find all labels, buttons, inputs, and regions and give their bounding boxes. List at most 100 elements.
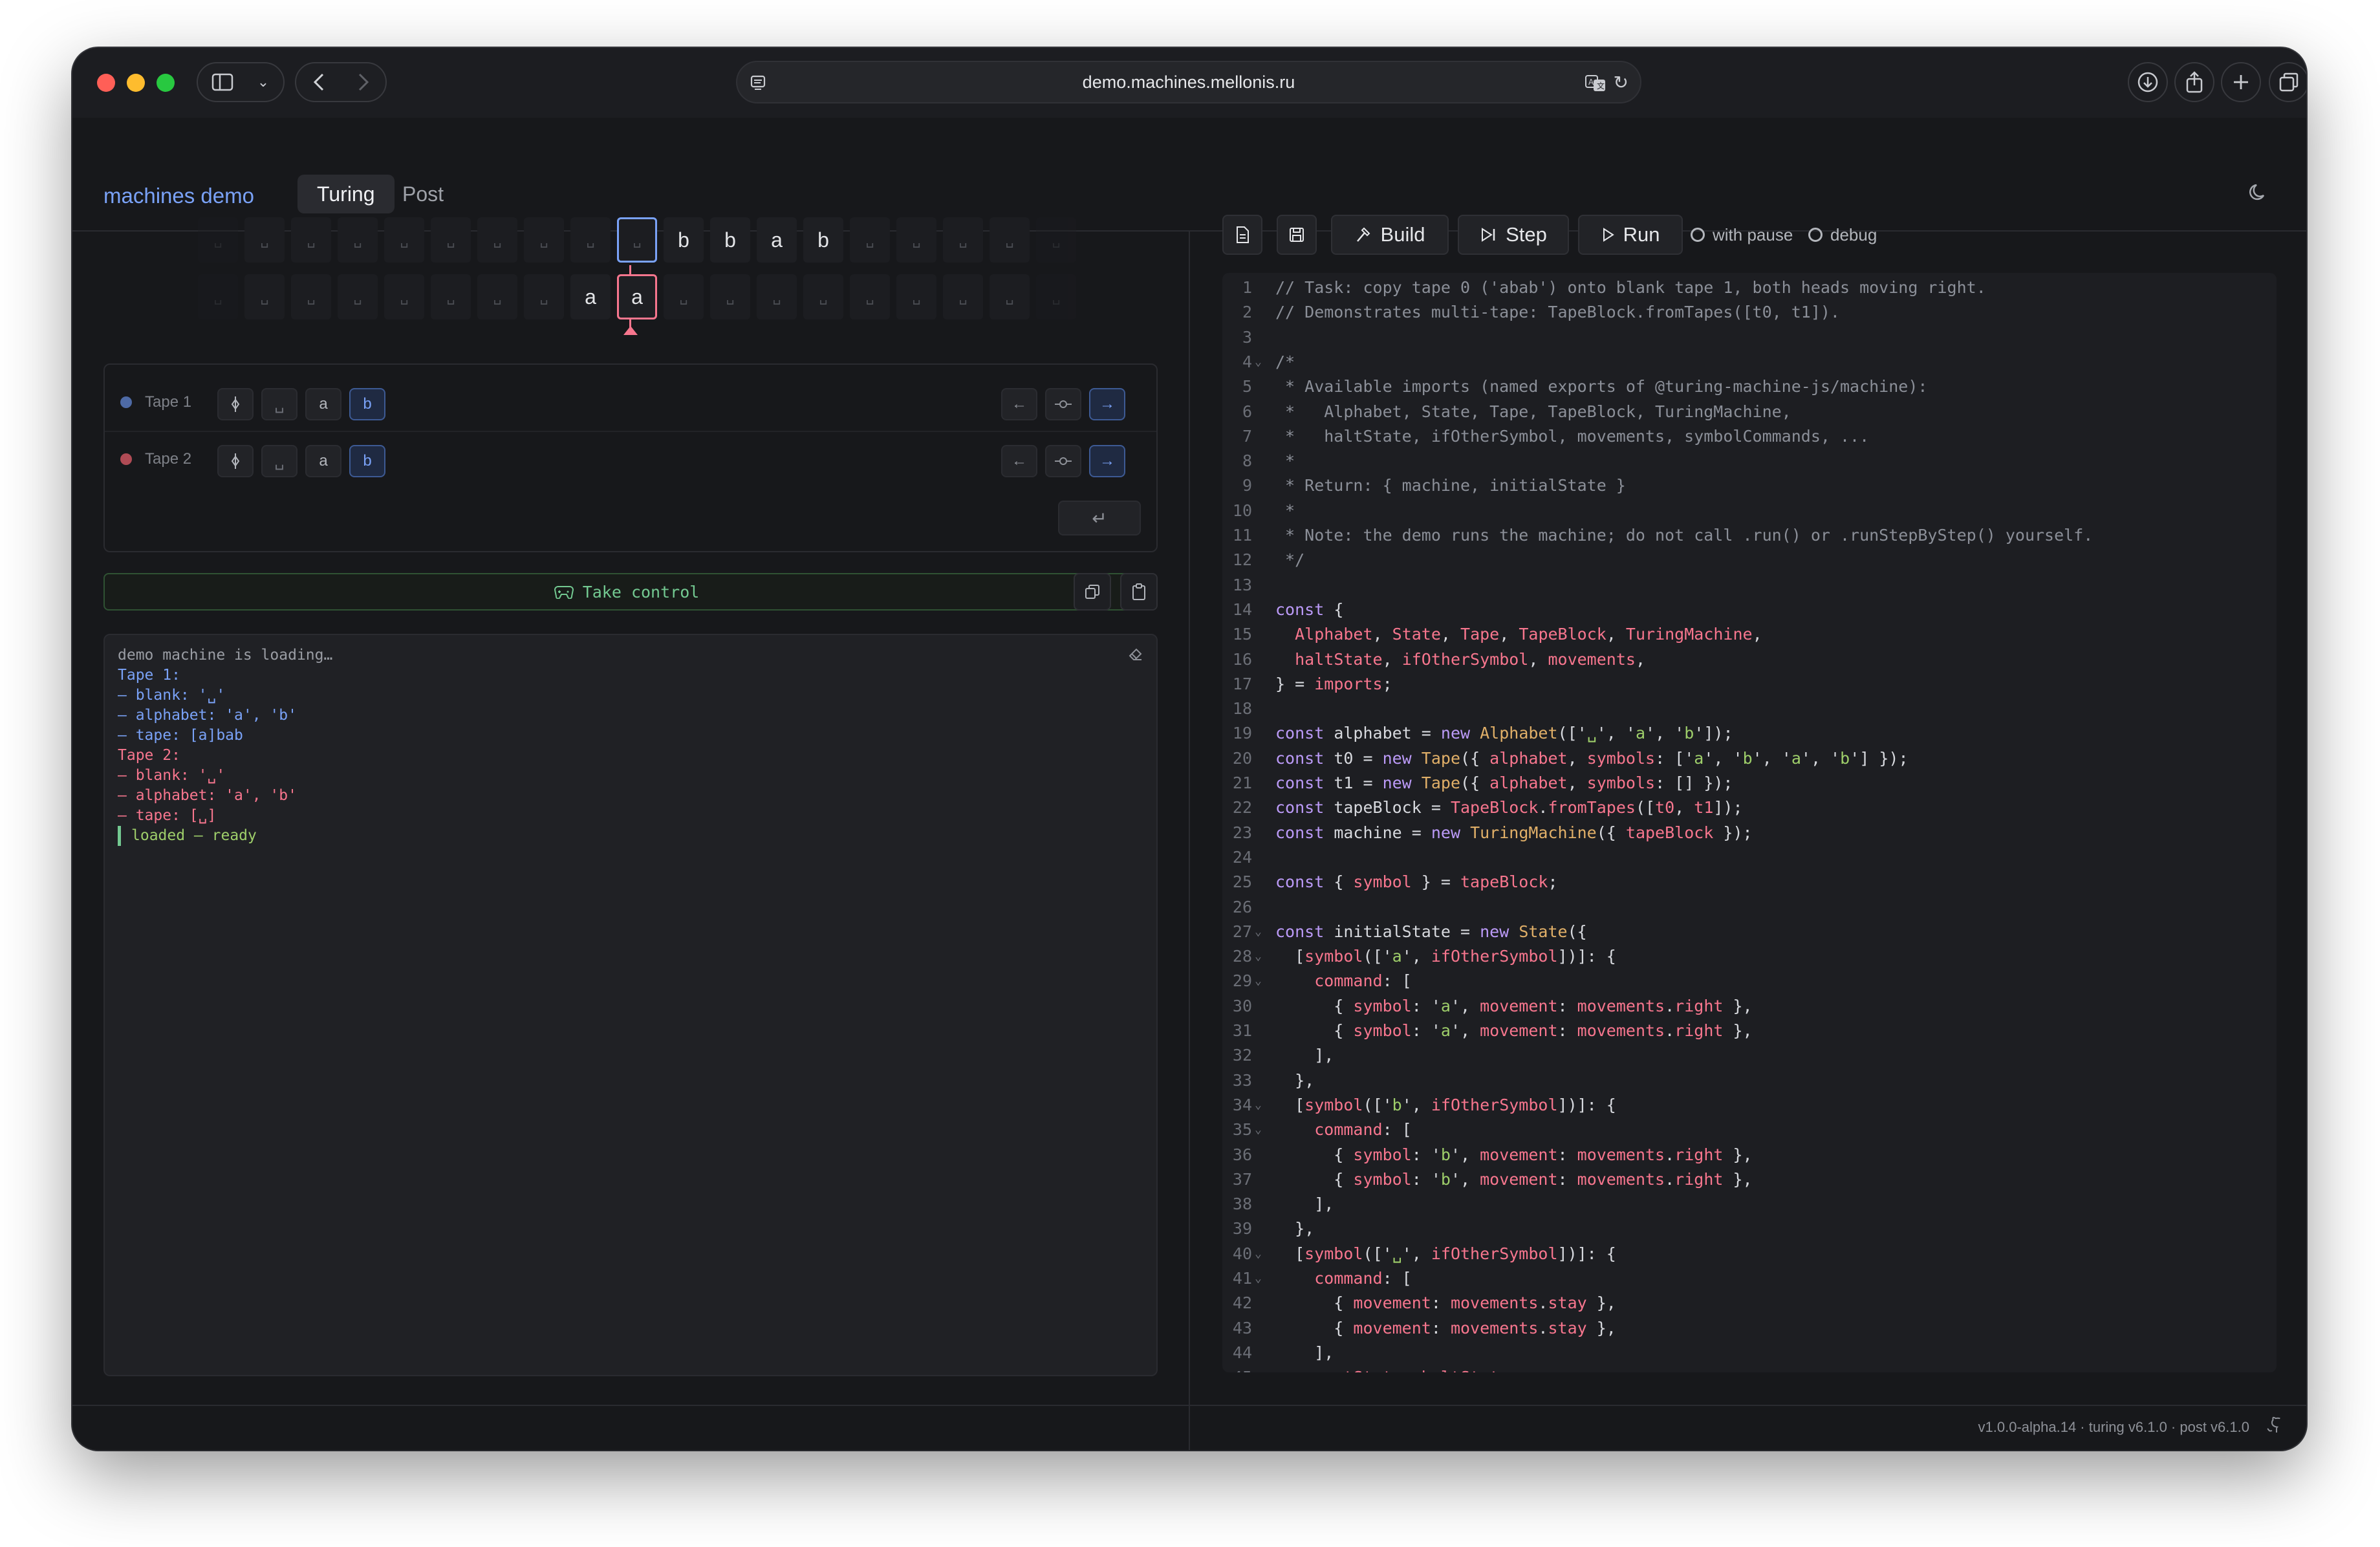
tape-1-symbol-blank[interactable]: ␣ xyxy=(261,388,298,420)
tape-2-cell[interactable]: ␣ xyxy=(431,274,471,319)
tape-2-cell[interactable]: ␣ xyxy=(710,274,750,319)
chevron-down-icon[interactable]: ⌄ xyxy=(247,74,279,91)
run-button[interactable]: Run xyxy=(1578,215,1683,255)
code-line[interactable]: 4 ⌄ /* xyxy=(1222,350,2277,374)
tape-1-head-cell[interactable]: ␣ xyxy=(617,217,657,263)
fold-chevron-icon[interactable]: ⌄ xyxy=(1255,969,1262,993)
code-line[interactable]: 23 const machine = new TuringMachine({ ta… xyxy=(1222,821,2277,845)
fold-chevron-icon[interactable]: ⌄ xyxy=(1255,920,1262,944)
code-line[interactable]: 20 const t0 = new Tape({ alphabet, symbol… xyxy=(1222,746,2277,771)
copy-button[interactable] xyxy=(1074,573,1111,611)
sidebar-icon[interactable] xyxy=(198,73,247,91)
tape-2-cell[interactable]: ␣ xyxy=(1036,274,1076,319)
code-line[interactable]: 17} = imports; xyxy=(1222,672,2277,697)
tape-2-cell[interactable]: ␣ xyxy=(524,274,564,319)
debug-checkbox[interactable] xyxy=(1808,228,1823,242)
code-line[interactable]: 15 Alphabet, State, Tape, TapeBlock, Tur… xyxy=(1222,622,2277,647)
tape-2-cell[interactable]: ␣ xyxy=(198,274,238,319)
code-line[interactable]: 32 ], xyxy=(1222,1043,2277,1068)
enter-button[interactable]: ↵ xyxy=(1058,501,1141,536)
pane-divider[interactable] xyxy=(1189,232,1190,1450)
fold-chevron-icon[interactable]: ⌄ xyxy=(1255,944,1262,969)
tape-2-cell[interactable]: ␣ xyxy=(477,274,517,319)
with-pause-label[interactable]: with pause xyxy=(1713,225,1793,245)
code-line[interactable]: 34 ⌄ [symbol(['b', ifOtherSymbol])]: { xyxy=(1222,1093,2277,1118)
tape-2-cell[interactable]: ␣ xyxy=(338,274,378,319)
tape-2-cell[interactable]: a xyxy=(570,274,611,319)
new-tab-button[interactable] xyxy=(2221,62,2261,102)
tape-1-cell[interactable]: ␣ xyxy=(198,217,238,263)
tape-1-cell[interactable]: b xyxy=(664,217,704,263)
sidebar-toggle-group[interactable]: ⌄ xyxy=(197,62,285,102)
tape-2-symbol-a[interactable]: a xyxy=(305,445,341,477)
tape-2-stay-icon[interactable] xyxy=(1045,445,1081,477)
code-line[interactable]: 7 * haltState, ifOtherSymbol, movements,… xyxy=(1222,424,2277,449)
new-file-button[interactable] xyxy=(1222,215,1262,255)
save-file-button[interactable] xyxy=(1277,215,1317,255)
code-line[interactable]: 38 ], xyxy=(1222,1192,2277,1217)
code-line[interactable]: 37 { symbol: 'b', movement: movements.ri… xyxy=(1222,1167,2277,1192)
tape-2-head-cell[interactable]: a xyxy=(617,274,657,319)
tape-1-cell[interactable]: ␣ xyxy=(384,217,424,263)
code-line[interactable]: 11 * Note: the demo runs the machine; do… xyxy=(1222,523,2277,548)
code-line[interactable]: 1 // Task: copy tape 0 ('abab') onto blan… xyxy=(1222,276,2277,300)
code-line[interactable]: 31 { symbol: 'a', movement: movements.ri… xyxy=(1222,1019,2277,1043)
build-button[interactable]: Build xyxy=(1331,215,1449,255)
code-line[interactable]: 27 ⌄ const initialState = new State({ xyxy=(1222,920,2277,944)
code-line[interactable]: 41 ⌄ command: [ xyxy=(1222,1266,2277,1291)
tape-1-cell[interactable]: ␣ xyxy=(990,217,1030,263)
code-line[interactable]: 5 * Available imports (named exports of … xyxy=(1222,374,2277,399)
tape-1-cell[interactable]: b xyxy=(803,217,843,263)
tape-2-symbol-b[interactable]: b xyxy=(349,445,385,477)
tape-2-cell[interactable]: ␣ xyxy=(943,274,983,319)
code-line[interactable]: 6 * Alphabet, State, Tape, TapeBlock, Tu… xyxy=(1222,400,2277,424)
code-line[interactable]: 43 { movement: movements.stay }, xyxy=(1222,1316,2277,1341)
code-line[interactable]: 36 { symbol: 'b', movement: movements.ri… xyxy=(1222,1143,2277,1167)
fold-chevron-icon[interactable]: ⌄ xyxy=(1255,1118,1262,1142)
step-button[interactable]: Step xyxy=(1458,215,1569,255)
tape-2-cell[interactable]: ␣ xyxy=(384,274,424,319)
close-window-button[interactable] xyxy=(97,74,115,92)
take-control-button[interactable]: Take control xyxy=(103,573,1150,611)
tape-1-cell[interactable]: ␣ xyxy=(244,217,285,263)
code-line[interactable]: 2 // Demonstrates multi-tape: TapeBlock.f… xyxy=(1222,300,2277,325)
code-line[interactable]: 16 haltState, ifOtherSymbol, movements, xyxy=(1222,647,2277,672)
code-line[interactable]: 40 ⌄ [symbol(['␣', ifOtherSymbol])]: { xyxy=(1222,1242,2277,1266)
code-line[interactable]: 30 { symbol: 'a', movement: movements.ri… xyxy=(1222,994,2277,1019)
tape-1-cell[interactable]: ␣ xyxy=(291,217,331,263)
tab-post[interactable]: Post xyxy=(383,175,463,213)
tape-1-cell[interactable]: ␣ xyxy=(431,217,471,263)
theme-toggle-moon-icon[interactable] xyxy=(2248,181,2270,209)
tape-2-move-right-icon[interactable]: → xyxy=(1089,445,1125,477)
code-line[interactable]: 26 xyxy=(1222,895,2277,920)
tape-2-cell[interactable]: ␣ xyxy=(896,274,936,319)
code-line[interactable]: 9 * Return: { machine, initialState } xyxy=(1222,473,2277,498)
tape-2-cell[interactable]: ␣ xyxy=(664,274,704,319)
code-line[interactable]: 45 nextState: haltState, xyxy=(1222,1365,2277,1372)
downloads-button[interactable] xyxy=(2128,62,2168,102)
code-line[interactable]: 13 xyxy=(1222,573,2277,598)
tape-1-cell[interactable]: ␣ xyxy=(943,217,983,263)
code-line[interactable]: 24 xyxy=(1222,845,2277,870)
tape-1-cell[interactable]: ␣ xyxy=(1036,217,1076,263)
paste-button[interactable] xyxy=(1120,573,1158,611)
code-line[interactable]: 18 xyxy=(1222,697,2277,721)
github-icon[interactable] xyxy=(2266,1416,2283,1438)
tape-2-symbol-blank[interactable]: ␣ xyxy=(261,445,298,477)
tape-1-move-left-icon[interactable]: ← xyxy=(1001,388,1037,420)
back-button[interactable] xyxy=(296,72,341,92)
fold-chevron-icon[interactable]: ⌄ xyxy=(1255,1242,1262,1266)
reload-icon[interactable]: ↻ xyxy=(1614,72,1628,93)
code-line[interactable]: 29 ⌄ command: [ xyxy=(1222,969,2277,993)
url-text[interactable]: demo.machines.mellonis.ru xyxy=(737,62,1640,102)
code-line[interactable]: 22 const tapeBlock = TapeBlock.fromTapes(… xyxy=(1222,795,2277,820)
app-brand[interactable]: machines demo xyxy=(103,184,254,208)
tape-2-cell[interactable]: ␣ xyxy=(244,274,285,319)
code-line[interactable]: 10 * xyxy=(1222,499,2277,523)
code-editor[interactable]: 1 // Task: copy tape 0 ('abab') onto blan… xyxy=(1222,273,2277,1372)
tape-2-cell[interactable]: ␣ xyxy=(291,274,331,319)
translate-icon[interactable]: A文 xyxy=(1585,73,1606,97)
tape-1-cursor-icon[interactable] xyxy=(217,388,254,420)
code-line[interactable]: 19 const alphabet = new Alphabet(['␣', 'a… xyxy=(1222,721,2277,746)
tape-1-symbol-b[interactable]: b xyxy=(349,388,385,420)
